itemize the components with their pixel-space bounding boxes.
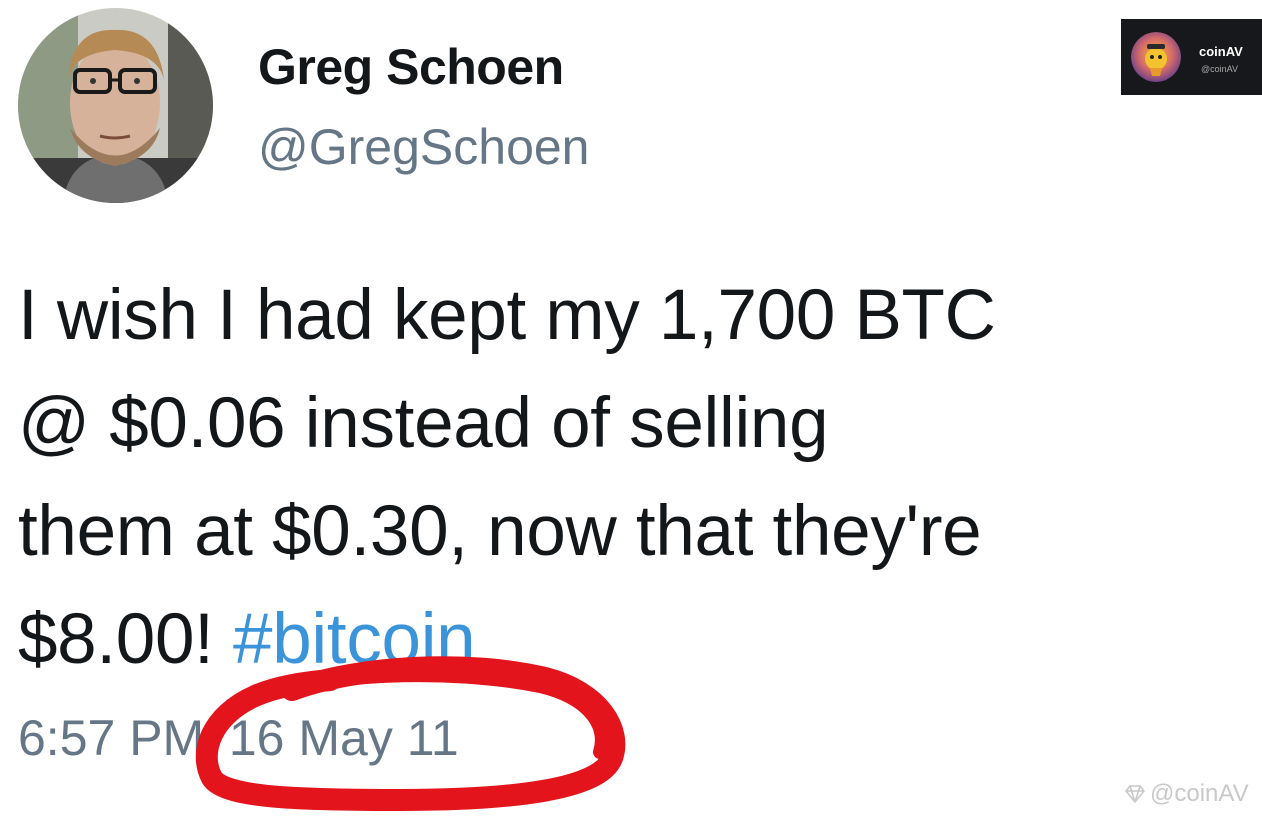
- tweet-text-line: them at $0.30, now that they're: [18, 492, 982, 571]
- tweet-text-line: I wish I had kept my 1,700 BTC: [18, 276, 996, 355]
- tweet-date: 16 May 11: [228, 710, 459, 766]
- coinav-logo: [1131, 32, 1181, 82]
- watermark: @coinAV: [1124, 780, 1249, 811]
- tweet-text-line: $8.00! #bitcoin: [18, 586, 1243, 694]
- diamond-icon: [1124, 783, 1146, 811]
- timestamp-separator: ·: [208, 710, 225, 766]
- coinav-handle: @coinAV: [1201, 64, 1238, 74]
- hashtag-link[interactable]: #bitcoin: [233, 600, 476, 679]
- tweet-timestamp[interactable]: 6:57 PM·16 May 11: [18, 709, 459, 767]
- coinav-badge: coinAV @coinAV: [1121, 19, 1262, 95]
- author-handle[interactable]: @GregSchoen: [258, 118, 590, 176]
- tweet-text: I wish I had kept my 1,700 BTC @ $0.06 i…: [18, 262, 1243, 694]
- tweet-text-fragment: $8.00!: [18, 600, 214, 679]
- tweet-time: 6:57 PM: [18, 710, 205, 766]
- coinav-title: coinAV: [1199, 44, 1243, 59]
- avatar-photo: [18, 8, 213, 203]
- watermark-text: @coinAV: [1150, 780, 1249, 807]
- author-display-name[interactable]: Greg Schoen: [258, 38, 564, 96]
- avatar[interactable]: [18, 8, 213, 203]
- tweet-text-line: @ $0.06 instead of selling: [18, 384, 829, 463]
